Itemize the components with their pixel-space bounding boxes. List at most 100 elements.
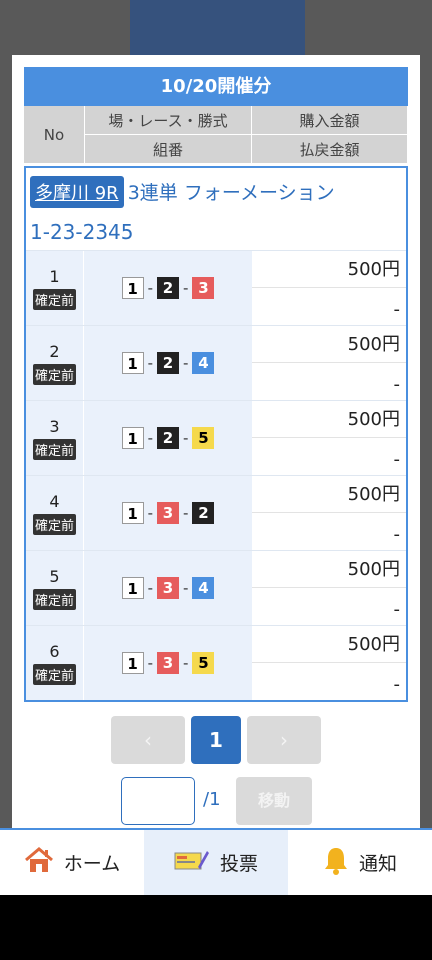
bell-icon: [323, 845, 349, 880]
bet-type: 3連単 フォーメーション: [127, 182, 335, 204]
boat-number: 1: [121, 652, 144, 674]
purchase-amount: 500円: [252, 326, 406, 363]
purchase-amount: 500円: [252, 626, 406, 663]
ticket-icon: [174, 847, 210, 878]
boat-number: 5: [192, 427, 215, 449]
column-payout: 払戻金額: [252, 135, 408, 164]
tab-home[interactable]: ホーム: [0, 830, 144, 895]
tab-home-label: ホーム: [63, 853, 121, 875]
boat-number: 2: [192, 502, 215, 524]
purchase-amount: 500円: [252, 401, 406, 438]
table-row: 1 確定前 1-2-3 500円 -: [26, 250, 406, 325]
status-badge: 確定前: [32, 288, 76, 310]
combination-cell: 1-2-5: [83, 401, 252, 475]
boat-number: 4: [192, 577, 215, 599]
amount-cell: 500円 -: [252, 626, 406, 700]
boat-number: 1: [121, 352, 144, 374]
column-buy-amount: 購入金額: [252, 106, 408, 135]
amount-cell: 500円 -: [252, 551, 406, 625]
separator-dash: -: [183, 654, 189, 672]
status-badge: 確定前: [32, 663, 76, 685]
tab-notification[interactable]: 通知: [288, 830, 432, 895]
status-badge: 確定前: [32, 513, 76, 535]
bottom-tab-bar: ホーム 投票 通知: [0, 828, 432, 895]
separator-dash: -: [147, 579, 153, 597]
purchase-amount: 500円: [252, 551, 406, 588]
status-badge: 確定前: [32, 363, 76, 385]
tab-vote[interactable]: 投票: [144, 830, 288, 895]
separator-dash: -: [147, 654, 153, 672]
bet-card: 多摩川 9R 3連単 フォーメーション 1-23-2345 1 確定前 1-2-3 50…: [24, 166, 408, 702]
row-number: 4: [49, 491, 60, 511]
status-badge: 確定前: [32, 438, 76, 460]
payout-amount: -: [393, 449, 401, 470]
boat-number: 4: [192, 352, 215, 374]
prev-page-button[interactable]: ‹: [111, 716, 185, 764]
pagination: ‹ 1 ›: [12, 716, 420, 766]
current-page-button[interactable]: 1: [191, 716, 241, 764]
boat-number: 5: [192, 652, 215, 674]
next-page-button[interactable]: ›: [247, 716, 321, 764]
boat-number: 1: [121, 427, 144, 449]
separator-dash: -: [183, 504, 189, 522]
table-row: 2 確定前 1-2-4 500円 -: [26, 325, 406, 400]
row-number: 3: [49, 416, 60, 436]
payout-amount: -: [393, 599, 401, 620]
table-header: No 場・レース・勝式 購入金額 組番 払戻金額: [24, 106, 408, 164]
column-no: No: [24, 106, 85, 164]
combination-cell: 1-2-4: [83, 326, 252, 400]
tab-vote-label: 投票: [219, 853, 258, 875]
venue-race-link[interactable]: 多摩川 9R: [30, 176, 124, 208]
page-number-input[interactable]: [121, 777, 195, 825]
date-title: 10/20開催分: [24, 67, 408, 106]
bet-rows: 1 確定前 1-2-3 500円 -2 確定前 1-2-4 500円 -3 確定前 1-2-5 500…: [26, 250, 406, 700]
amount-cell: 500円 -: [252, 476, 406, 550]
combination-cell: 1-2-3: [83, 251, 252, 325]
home-icon: [24, 846, 54, 879]
status-badge: 確定前: [32, 588, 76, 610]
column-combination: 組番: [85, 135, 252, 164]
row-number-cell: 1 確定前: [26, 251, 83, 325]
separator-dash: -: [183, 279, 189, 297]
amount-cell: 500円 -: [252, 326, 406, 400]
boat-number: 3: [192, 277, 215, 299]
row-number: 6: [49, 641, 60, 661]
table-row: 5 確定前 1-3-4 500円 -: [26, 550, 406, 625]
payout-amount: -: [393, 524, 401, 545]
boat-number: 1: [121, 577, 144, 599]
separator-dash: -: [183, 354, 189, 372]
amount-cell: 500円 -: [252, 401, 406, 475]
separator-dash: -: [183, 579, 189, 597]
table-row: 3 確定前 1-2-5 500円 -: [26, 400, 406, 475]
row-number-cell: 5 確定前: [26, 551, 83, 625]
purchase-amount: 500円: [252, 251, 406, 288]
column-race: 場・レース・勝式: [85, 106, 252, 135]
row-number-cell: 6 確定前: [26, 626, 83, 700]
separator-dash: -: [147, 504, 153, 522]
background-header: [130, 0, 305, 55]
total-pages: /1: [203, 789, 221, 810]
payout-amount: -: [393, 674, 401, 695]
table-row: 4 確定前 1-3-2 500円 -: [26, 475, 406, 550]
page-jump: /1 移動: [12, 777, 420, 827]
boat-number: 2: [157, 277, 179, 299]
separator-dash: -: [147, 279, 153, 297]
purchase-history-modal: 10/20開催分 No 場・レース・勝式 購入金額 組番 払戻金額 多摩川 9R…: [12, 55, 420, 828]
row-number-cell: 4 確定前: [26, 476, 83, 550]
separator-dash: -: [183, 429, 189, 447]
combination-cell: 1-3-4: [83, 551, 252, 625]
separator-dash: -: [147, 429, 153, 447]
boat-number: 1: [121, 277, 144, 299]
move-button[interactable]: 移動: [236, 777, 312, 825]
combination-summary: 1-23-2345: [30, 220, 134, 244]
boat-number: 2: [157, 352, 179, 374]
tab-notification-label: 通知: [358, 853, 397, 875]
purchase-amount: 500円: [252, 476, 406, 513]
separator-dash: -: [147, 354, 153, 372]
row-number-cell: 3 確定前: [26, 401, 83, 475]
payout-amount: -: [393, 299, 401, 320]
row-number-cell: 2 確定前: [26, 326, 83, 400]
amount-cell: 500円 -: [252, 251, 406, 325]
boat-number: 3: [157, 652, 179, 674]
boat-number: 3: [157, 577, 179, 599]
